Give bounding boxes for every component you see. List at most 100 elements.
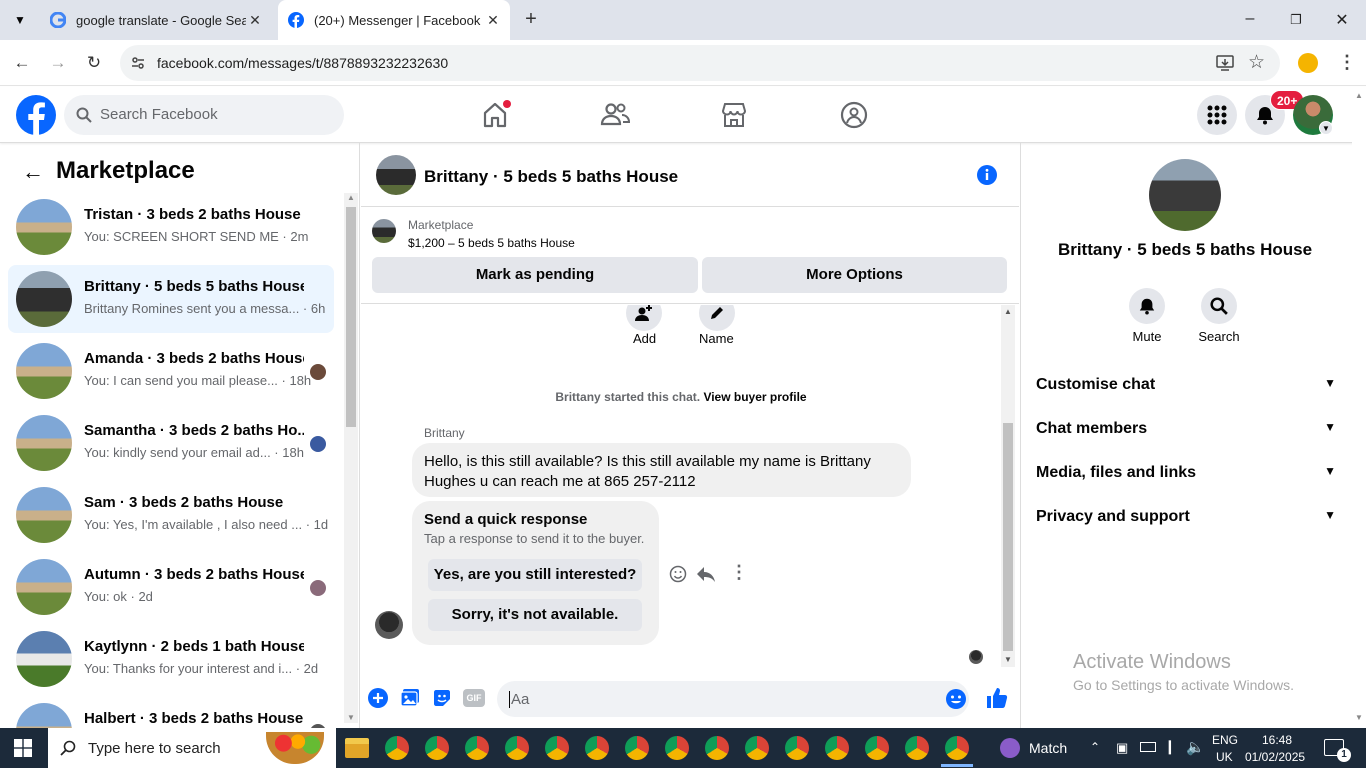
friends-icon[interactable] <box>597 97 633 133</box>
more-actions-icon[interactable]: ⋮ <box>730 562 748 583</box>
widget-icon[interactable] <box>1000 738 1020 758</box>
groups-icon[interactable] <box>836 97 872 133</box>
home-icon[interactable] <box>477 97 513 133</box>
conversation-item[interactable]: Sam · 3 beds 2 baths House You: Yes, I'm … <box>8 481 334 549</box>
listing-thumbnail[interactable] <box>372 219 396 243</box>
chrome-profile-icon[interactable] <box>425 736 449 760</box>
menu-grid-button[interactable] <box>1197 95 1237 135</box>
back-arrow-icon[interactable]: ← <box>22 159 44 185</box>
close-window-icon[interactable]: ✕ <box>1332 10 1352 30</box>
search-chat-button[interactable] <box>1201 288 1237 324</box>
site-info-icon[interactable] <box>130 55 146 71</box>
tab-search-button[interactable]: ▼ <box>10 10 30 30</box>
quick-reply-not-available[interactable]: Sorry, it's not available. <box>428 599 642 631</box>
conversation-item[interactable]: Autumn · 3 beds 2 baths House You: ok · 2… <box>8 553 334 621</box>
conversation-item[interactable]: Tristan · 3 beds 2 baths House You: SCREE… <box>8 193 334 261</box>
close-tab-icon[interactable]: ✕ <box>246 11 264 29</box>
message-bubble[interactable]: Hello, is this still available? Is this … <box>412 443 911 497</box>
sticker-icon[interactable] <box>432 688 452 708</box>
plus-circle-icon[interactable] <box>368 688 388 708</box>
minimize-icon[interactable]: – <box>1240 10 1260 28</box>
conversation-item[interactable]: Samantha · 3 beds 2 baths Ho... You: kind… <box>8 409 334 477</box>
chat-scrollbar[interactable]: ▲ ▼ <box>1001 305 1015 667</box>
tray-chevron-icon[interactable]: ⌃ <box>1090 740 1100 754</box>
chrome-profile-icon[interactable] <box>465 736 489 760</box>
sender-avatar[interactable] <box>375 611 403 639</box>
meet-now-icon[interactable]: ▣ <box>1116 740 1128 756</box>
chat-avatar[interactable] <box>376 155 416 195</box>
install-app-icon[interactable] <box>1216 54 1234 72</box>
clock-time[interactable]: 16:48 <box>1262 733 1292 747</box>
customise-chat-section[interactable]: Customise chat ▼ <box>1036 376 1336 394</box>
tab-google-translate[interactable]: google translate - Google Search ✕ <box>40 0 272 40</box>
reload-icon[interactable]: ↻ <box>84 53 104 73</box>
chrome-profile-icon[interactable] <box>505 736 529 760</box>
mute-button[interactable] <box>1129 288 1165 324</box>
account-chevron-icon[interactable]: ▼ <box>1319 121 1333 135</box>
info-icon[interactable] <box>977 165 997 185</box>
windows-start-icon[interactable] <box>14 739 32 757</box>
chrome-profile-icon[interactable] <box>625 736 649 760</box>
message-input[interactable]: Aa <box>497 681 969 717</box>
quick-reply-interested[interactable]: Yes, are you still interested? <box>428 559 642 591</box>
chrome-profile-icon[interactable] <box>745 736 769 760</box>
url-bar[interactable]: facebook.com/messages/t/8878893232232630… <box>120 45 1280 81</box>
facebook-logo-icon[interactable] <box>16 95 56 135</box>
volume-icon[interactable]: 🔈 <box>1186 738 1205 756</box>
details-avatar[interactable] <box>1149 159 1221 231</box>
add-member-button[interactable] <box>626 305 662 331</box>
chrome-profile-icon[interactable] <box>865 736 889 760</box>
chrome-profile-icon[interactable] <box>785 736 809 760</box>
facebook-search-box[interactable]: Search Facebook <box>64 95 344 135</box>
chrome-profile-icon[interactable] <box>385 736 409 760</box>
sidebar-scrollbar[interactable]: ▲ ▼ <box>344 193 358 723</box>
chat-members-section[interactable]: Chat members ▼ <box>1036 420 1336 438</box>
reply-icon[interactable] <box>697 566 715 582</box>
scrollbar-thumb[interactable] <box>1003 423 1013 651</box>
more-options-button[interactable]: More Options <box>702 257 1007 293</box>
new-tab-button[interactable]: + <box>520 8 542 30</box>
browser-menu-icon[interactable]: ⋮ <box>1338 52 1356 73</box>
chrome-profile-icon[interactable] <box>945 736 969 760</box>
privacy-support-section[interactable]: Privacy and support ▼ <box>1036 508 1336 526</box>
media-files-links-section[interactable]: Media, files and links ▼ <box>1036 464 1336 482</box>
react-emoji-icon[interactable] <box>669 565 687 583</box>
conversation-item[interactable]: Halbert · 3 beds 2 baths House <box>8 697 334 728</box>
view-buyer-profile-link[interactable]: View buyer profile <box>703 390 806 404</box>
restore-icon[interactable]: ❐ <box>1286 12 1306 28</box>
forward-icon[interactable]: → <box>48 53 68 73</box>
photo-icon[interactable] <box>400 688 420 708</box>
taskbar-search-box[interactable]: Type here to search <box>48 728 336 768</box>
gif-button[interactable]: GIF <box>463 689 485 707</box>
chat-title[interactable]: Brittany · 5 beds 5 baths House <box>424 167 678 187</box>
thumbs-up-icon[interactable] <box>986 687 1008 709</box>
chrome-profile-icon[interactable] <box>905 736 929 760</box>
back-icon[interactable]: ← <box>12 53 32 73</box>
rename-button[interactable] <box>699 305 735 331</box>
chrome-profile-icon[interactable] <box>665 736 689 760</box>
chrome-profile-icon[interactable] <box>825 736 849 760</box>
chrome-profile-icon[interactable] <box>585 736 609 760</box>
conversation-item[interactable]: Brittany · 5 beds 5 baths House Brittany … <box>8 265 334 333</box>
scrollbar-thumb[interactable] <box>346 207 356 427</box>
marketplace-icon[interactable] <box>716 97 752 133</box>
conversation-item[interactable]: Kaytlynn · 2 beds 1 bath House You: Thank… <box>8 625 334 693</box>
file-explorer-icon[interactable] <box>345 738 369 758</box>
chrome-profile-icon[interactable] <box>545 736 569 760</box>
extension-icon[interactable] <box>1298 53 1318 73</box>
emoji-icon[interactable] <box>945 688 967 710</box>
listing-price[interactable]: $1,200 – 5 beds 5 baths House <box>408 236 575 250</box>
language-region[interactable]: UK <box>1216 750 1233 764</box>
widget-label[interactable]: Match <box>1029 740 1067 756</box>
chrome-profile-icon[interactable] <box>705 736 729 760</box>
page-scrollbar[interactable]: ▲ ▼ <box>1352 87 1366 728</box>
battery-icon[interactable] <box>1140 742 1156 752</box>
wifi-icon[interactable]: ❙ <box>1164 738 1176 755</box>
mark-as-pending-button[interactable]: Mark as pending <box>372 257 698 293</box>
language-code[interactable]: ENG <box>1212 733 1238 747</box>
bookmark-star-icon[interactable]: ☆ <box>1248 51 1265 74</box>
close-tab-icon[interactable]: ✕ <box>484 11 502 29</box>
tab-messenger[interactable]: (20+) Messenger | Facebook ✕ <box>278 0 510 40</box>
conversation-item[interactable]: Amanda · 3 beds 2 baths House You: I can … <box>8 337 334 405</box>
clock-date[interactable]: 01/02/2025 <box>1245 750 1305 764</box>
